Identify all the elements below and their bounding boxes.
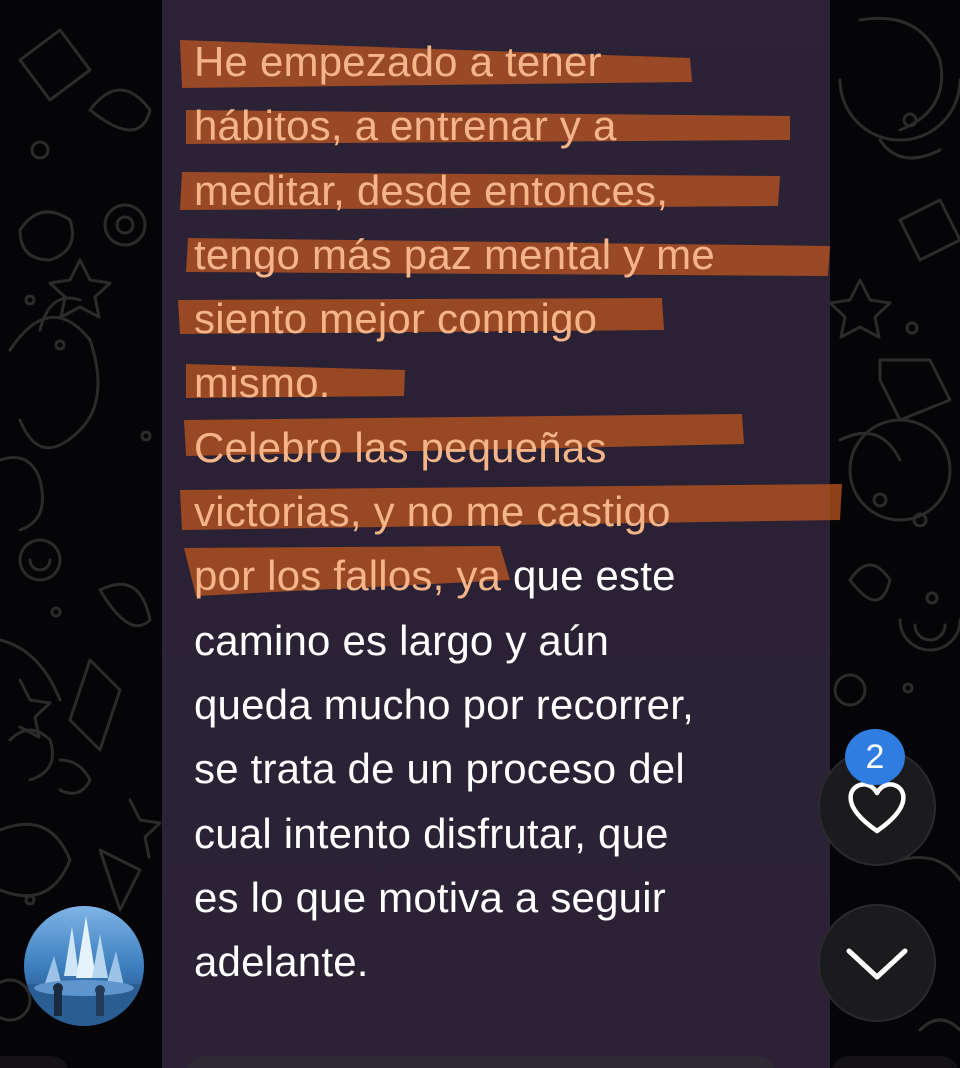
message-line: tengo más paz mental y me — [194, 230, 715, 278]
message-text: He empezado a tener hábitos, a entrenar … — [194, 30, 814, 994]
heart-icon — [848, 782, 906, 834]
chat-screen: He empezado a tener hábitos, a entrenar … — [0, 0, 960, 1068]
message-line: adelante. — [194, 938, 369, 986]
adjacent-element — [830, 1056, 960, 1068]
message-line: es lo que motiva a seguir — [194, 873, 666, 921]
chevron-down-icon — [846, 948, 908, 980]
message-line: victorias, y no me castigo — [194, 488, 671, 536]
message-line: mismo. — [194, 359, 331, 407]
message-line: por los fallos, ya que este — [194, 544, 814, 608]
message-line-rest: que este — [501, 552, 676, 600]
message-line: Celebro las pequeñas — [194, 423, 607, 471]
next-message-preview — [186, 1056, 776, 1068]
message-line: cual intento disfrutar, que — [194, 809, 669, 857]
message-line: meditar, desde entonces, — [194, 166, 669, 214]
adjacent-element — [0, 1056, 70, 1068]
message-line: siento mejor conmigo — [194, 295, 598, 343]
message-line: queda mucho por recorrer, — [194, 680, 694, 728]
message-line: hábitos, a entrenar y a — [194, 102, 617, 150]
reaction-count-badge[interactable]: 2 — [845, 729, 905, 785]
scroll-down-button[interactable] — [818, 904, 936, 1022]
message-line: He empezado a tener — [194, 38, 602, 85]
message-line: camino es largo y aún — [194, 616, 610, 664]
message-line-highlighted-part: por los fallos, ya — [194, 552, 502, 600]
message-line: se trata de un proceso del — [194, 745, 685, 793]
sender-avatar[interactable] — [24, 906, 144, 1026]
